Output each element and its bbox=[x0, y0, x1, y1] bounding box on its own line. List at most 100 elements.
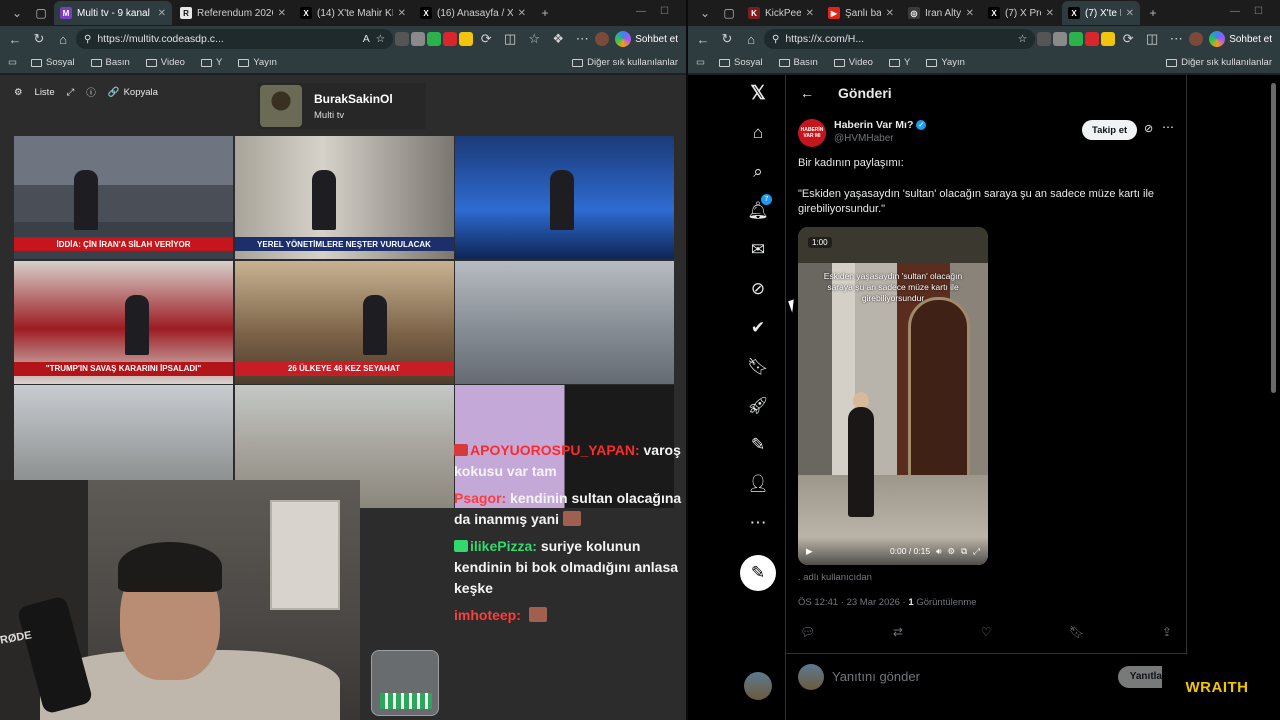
tab-close-icon[interactable]: ✕ bbox=[518, 8, 526, 19]
extension-icon[interactable] bbox=[459, 32, 474, 46]
extension-icon[interactable] bbox=[1069, 32, 1084, 46]
favorites-icon[interactable]: ☆ bbox=[523, 28, 545, 50]
notifications-icon[interactable]: 🔔︎ 7 bbox=[744, 194, 772, 225]
copilot-button[interactable]: Sohbet et bbox=[611, 31, 682, 47]
author-avatar[interactable]: HABERİN VAR MI bbox=[798, 119, 826, 147]
messages-icon[interactable]: ✉ bbox=[744, 236, 772, 264]
attribution[interactable]: . adlı kullanıcıdan bbox=[798, 572, 872, 583]
chat-username[interactable]: imhoteep bbox=[454, 607, 516, 623]
tab-actions-icon[interactable]: ⌄ bbox=[694, 2, 716, 24]
chat-username[interactable]: Psagor bbox=[454, 490, 501, 506]
search-icon[interactable]: ⌕ bbox=[744, 158, 772, 186]
browser-tab[interactable]: ◎ İran Altyapı ✕ bbox=[902, 1, 980, 25]
profile-icon[interactable]: 👤︎ bbox=[744, 470, 772, 498]
post-video[interactable]: 1:00 Eskiden yaşasaydın 'sultan' olacağı… bbox=[798, 227, 988, 565]
workspaces-icon[interactable]: ▢ bbox=[718, 2, 740, 24]
bookmark-folder[interactable]: Video bbox=[833, 57, 873, 68]
browser-tab[interactable]: M Multi tv - 9 kanal izlen ✕ bbox=[54, 1, 172, 25]
back-icon[interactable]: ← bbox=[4, 28, 26, 50]
tab-close-icon[interactable]: ✕ bbox=[398, 8, 406, 19]
follow-button[interactable]: Takip et bbox=[1082, 120, 1138, 140]
stream-tile[interactable] bbox=[455, 136, 674, 259]
post-author[interactable]: HABERİN VAR MI Haberin Var Mı? ✓ @HVMHabe… bbox=[798, 119, 927, 147]
more-circle-icon[interactable]: ⋯ bbox=[744, 509, 772, 537]
stream-tile[interactable]: 26 ÜLKEYE 46 KEZ SEYAHAT bbox=[234, 260, 454, 384]
split-screen-icon[interactable]: ◫ bbox=[1141, 28, 1163, 50]
bookmark-menu-icon[interactable]: ▭ bbox=[696, 57, 705, 68]
author-name[interactable]: Haberin Var Mı? bbox=[834, 119, 913, 131]
refresh-icon[interactable]: ↻ bbox=[716, 28, 738, 50]
home-icon[interactable]: ⌂ bbox=[744, 119, 772, 147]
site-info-icon[interactable]: ⚲ bbox=[772, 34, 779, 45]
stream-tile[interactable]: "TRUMP'IN SAVAŞ KARARINI İPSALADI" bbox=[14, 260, 233, 384]
tab-close-icon[interactable]: ✕ bbox=[1046, 8, 1054, 19]
new-tab-icon[interactable]: + bbox=[534, 2, 556, 24]
favorite-star-icon[interactable]: ☆ bbox=[376, 33, 385, 45]
info-icon[interactable]: ⓘ bbox=[86, 85, 96, 99]
workspaces-icon[interactable]: ▢ bbox=[30, 2, 52, 24]
fullscreen-icon[interactable]: ⤢ bbox=[67, 87, 75, 98]
grok-icon[interactable]: ⊘ bbox=[744, 275, 772, 303]
collections-icon[interactable]: ❖ bbox=[547, 28, 569, 50]
bookmark-folder[interactable]: Sosyal bbox=[30, 57, 75, 68]
lists-icon[interactable]: ✎ bbox=[744, 431, 772, 459]
minimize-icon[interactable]: — bbox=[1230, 6, 1240, 17]
bookmark-folder[interactable]: Sosyal bbox=[718, 57, 763, 68]
browser-tab[interactable]: R Referendum 2026, ogg ✕ bbox=[174, 1, 292, 25]
scrollbar[interactable] bbox=[1271, 83, 1276, 393]
chat-username[interactable]: APOYUOROSPU_YAPAN bbox=[470, 442, 635, 458]
volume-icon[interactable]: 🔊︎ bbox=[936, 546, 941, 557]
pip-icon[interactable]: ⧉ bbox=[961, 546, 967, 557]
more-options-icon[interactable]: ⋯ bbox=[1162, 120, 1174, 134]
like-icon[interactable]: ♡ bbox=[981, 625, 992, 639]
address-bar[interactable]: ⚲ https://multitv.codeasdp.c... A ☆ bbox=[76, 29, 394, 49]
tab-actions-icon[interactable]: ⌄ bbox=[6, 2, 28, 24]
other-bookmarks[interactable]: Diğer sık kullanılanlar bbox=[572, 57, 678, 68]
browser-tab[interactable]: ▶ Şanlı bayrağ ✕ bbox=[822, 1, 900, 25]
bookmark-icon[interactable]: 🔖︎ bbox=[1069, 625, 1084, 639]
profile-avatar[interactable] bbox=[595, 32, 610, 46]
other-bookmarks[interactable]: Diğer sık kullanılanlar bbox=[1166, 57, 1272, 68]
fullscreen-icon[interactable]: ⤢ bbox=[973, 546, 980, 557]
sync-icon[interactable]: ⟳ bbox=[1117, 28, 1139, 50]
extension-icon[interactable] bbox=[1037, 32, 1052, 46]
extension-icon[interactable] bbox=[1053, 32, 1068, 46]
x-logo-icon[interactable]: 𝕏 bbox=[744, 79, 772, 107]
bookmark-folder[interactable]: Yayın bbox=[926, 57, 965, 68]
tab-close-icon[interactable]: ✕ bbox=[278, 8, 286, 19]
list-button[interactable]: Liste bbox=[35, 87, 55, 98]
profile-avatar[interactable] bbox=[1189, 32, 1204, 46]
verified-orgs-icon[interactable]: ✔ bbox=[744, 314, 772, 342]
play-icon[interactable]: ▶ bbox=[806, 546, 813, 557]
refresh-icon[interactable]: ↻ bbox=[28, 28, 50, 50]
extension-icon[interactable] bbox=[427, 32, 442, 46]
tab-close-icon[interactable]: ✕ bbox=[886, 8, 894, 19]
settings-icon[interactable]: ⚙ bbox=[14, 87, 23, 98]
favorite-star-icon[interactable]: ☆ bbox=[1018, 33, 1027, 45]
post-timestamp[interactable]: ÖS 12:41 · 23 Mar 2026 · bbox=[798, 597, 906, 608]
extension-icon[interactable] bbox=[443, 32, 458, 46]
reply-icon[interactable]: 💬︎ bbox=[800, 625, 815, 639]
sync-icon[interactable]: ⟳ bbox=[475, 28, 497, 50]
bookmark-menu-icon[interactable]: ▭ bbox=[8, 57, 17, 68]
tab-close-icon[interactable]: ✕ bbox=[966, 8, 974, 19]
account-avatar[interactable] bbox=[744, 672, 772, 700]
split-screen-icon[interactable]: ◫ bbox=[499, 28, 521, 50]
back-arrow-icon[interactable]: ← bbox=[800, 85, 814, 101]
browser-tab[interactable]: X (14) X'te Mahir KILIÇ: "C ✕ bbox=[294, 1, 412, 25]
home-icon[interactable]: ⌂ bbox=[52, 28, 74, 50]
stream-tile[interactable] bbox=[455, 260, 674, 384]
maximize-icon[interactable]: ☐ bbox=[1254, 6, 1263, 17]
site-info-icon[interactable]: ⚲ bbox=[84, 34, 91, 45]
tab-close-icon[interactable]: ✕ bbox=[1126, 8, 1134, 19]
bookmark-folder[interactable]: Basın bbox=[90, 57, 130, 68]
browser-tab[interactable]: X (7) X'te Hab ✕ bbox=[1062, 1, 1140, 25]
reply-input[interactable]: Yanıtını gönder bbox=[832, 669, 1110, 684]
stream-tile[interactable]: İDDİA: ÇİN İRAN'A SİLAH VERİYOR bbox=[14, 136, 233, 259]
more-icon[interactable]: ⋯ bbox=[571, 28, 593, 50]
repost-icon[interactable]: ⇄ bbox=[893, 625, 903, 639]
browser-tab[interactable]: K KickPeek - I ✕ bbox=[742, 1, 820, 25]
extension-icon[interactable] bbox=[1101, 32, 1116, 46]
browser-tab[interactable]: X (7) X Pro ✕ bbox=[982, 1, 1060, 25]
copy-button[interactable]: 🔗 Kopyala bbox=[108, 87, 158, 98]
